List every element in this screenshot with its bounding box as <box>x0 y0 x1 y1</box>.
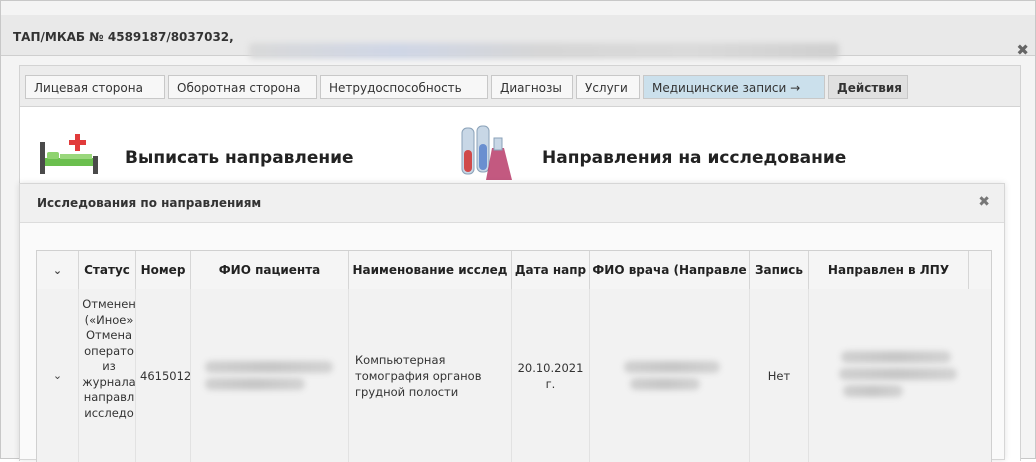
table-row[interactable]: ⌄ Отменен («Иное» Отмена операто из журн… <box>37 289 991 462</box>
window-header: ТАП/МКАБ № 4589187/8037032, ✖ <box>1 15 1035 59</box>
status-line: направл <box>83 390 135 404</box>
status-cell: Отменен («Иное» Отмена операто из журнал… <box>79 289 136 462</box>
target-lpu-cell <box>809 289 969 462</box>
doctor-name-redacted <box>624 361 720 373</box>
number-value: 46150121 <box>140 368 191 383</box>
chevron-down-icon[interactable]: ⌄ <box>37 251 79 289</box>
number-cell: 46150121 <box>136 289 191 462</box>
doctor-name-redacted <box>630 378 700 390</box>
column-header-doctor[interactable]: ФИО врача (Направле <box>590 251 750 289</box>
tab-back-side[interactable]: Оборотная сторона <box>168 75 317 99</box>
column-header-appointment[interactable]: Запись <box>750 251 809 289</box>
close-icon[interactable]: ✖ <box>1016 41 1029 59</box>
grid-header: ⌄ Статус Номер ФИО пациента Наименование… <box>37 251 991 290</box>
column-header-target-lpu[interactable]: Направлен в ЛПУ <box>809 251 969 289</box>
patient-cell <box>191 289 349 462</box>
column-header-patient[interactable]: ФИО пациента <box>191 251 349 289</box>
hospital-bed-icon[interactable] <box>38 132 100 176</box>
date-cell: 20.10.2021 г. <box>512 289 590 462</box>
close-icon[interactable]: ✖ <box>978 194 990 210</box>
status-line: Отмена <box>85 328 133 342</box>
column-header-date[interactable]: Дата напр <box>512 251 590 289</box>
patient-name-redacted <box>205 378 305 390</box>
research-name-value: Компьютерная томография органов грудной … <box>355 352 482 399</box>
dialog-header: Исследования по направлениям ✖ <box>20 184 1004 223</box>
appointment-cell: Нет <box>750 289 809 462</box>
research-referrals-link[interactable]: Направления на исследование <box>542 148 846 168</box>
chevron-down-icon[interactable]: ⌄ <box>53 369 62 382</box>
column-header-number[interactable]: Номер <box>136 251 191 289</box>
status-line: Отменен <box>82 297 136 311</box>
tab-front-side[interactable]: Лицевая сторона <box>25 75 165 99</box>
tab-actions[interactable]: Действия <box>828 75 908 99</box>
row-expander: ⌄ <box>37 289 79 462</box>
tap-window: ТАП/МКАБ № 4589187/8037032, ✖ Лицевая ст… <box>0 0 1036 462</box>
status-text: Отменен («Иное» Отмена операто из журнал… <box>79 289 136 421</box>
lpu-name-redacted <box>839 368 957 380</box>
column-header-status[interactable]: Статус <box>79 251 136 289</box>
status-line: из <box>102 359 116 373</box>
research-grid: ⌄ Статус Номер ФИО пациента Наименование… <box>36 250 992 462</box>
research-dialog: Исследования по направлениям ✖ ⌄ Статус … <box>19 183 1005 462</box>
research-name-cell: Компьютерная томография органов грудной … <box>349 289 512 462</box>
doctor-cell <box>590 289 750 462</box>
date-value: 20.10.2021 <box>517 360 584 375</box>
appointment-value: Нет <box>767 368 791 383</box>
patient-name-redacted <box>205 361 333 373</box>
status-line: журнала <box>82 374 136 389</box>
column-header-research-name[interactable]: Наименование исслед <box>349 251 512 289</box>
date-suffix: г. <box>545 376 556 391</box>
write-referral-link[interactable]: Выписать направление <box>125 148 354 168</box>
flask-icon[interactable] <box>456 124 514 184</box>
window-title: ТАП/МКАБ № 4589187/8037032, <box>13 30 234 44</box>
lpu-name-redacted <box>843 385 903 397</box>
status-line: («Иное» <box>84 312 134 327</box>
patient-info-redacted <box>249 43 839 59</box>
status-line: операто <box>84 343 134 358</box>
tab-services[interactable]: Услуги <box>576 75 640 99</box>
dialog-title: Исследования по направлениям <box>37 196 262 210</box>
lpu-name-redacted <box>841 351 951 363</box>
tab-medical-records[interactable]: Медицинские записи → <box>643 75 825 99</box>
tab-disability[interactable]: Нетрудоспособность <box>320 75 488 99</box>
tab-diagnoses[interactable]: Диагнозы <box>491 75 573 99</box>
status-line: исследо <box>84 405 134 420</box>
tab-strip: Лицевая сторона Оборотная сторона Нетруд… <box>20 66 1020 107</box>
